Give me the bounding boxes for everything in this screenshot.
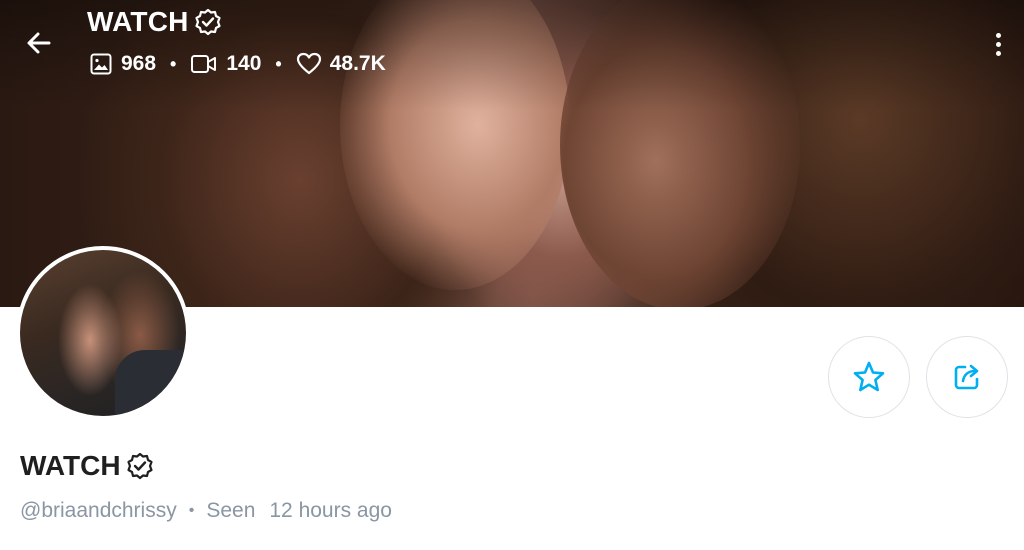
- more-vertical-icon-dot: [995, 41, 1001, 47]
- avatar[interactable]: [16, 246, 190, 420]
- videos-stat[interactable]: 140: [190, 52, 261, 76]
- profile-name: WATCH: [20, 450, 121, 481]
- heart-icon: [296, 52, 321, 75]
- share-button[interactable]: [926, 336, 1008, 418]
- more-vertical-icon-dot: [995, 32, 1001, 38]
- meta-separator: •: [188, 502, 195, 519]
- stat-separator: •: [170, 53, 177, 74]
- arrow-left-icon: [27, 32, 51, 54]
- photos-count: 968: [121, 52, 157, 75]
- stat-separator: •: [275, 53, 282, 74]
- back-button[interactable]: [18, 22, 60, 64]
- more-vertical-icon-dot: [995, 50, 1001, 56]
- verified-badge-icon: [126, 452, 153, 480]
- likes-stat: 48.7K: [296, 52, 386, 76]
- header-stats: 968 • 140 • 48.7K: [89, 52, 386, 76]
- avatar-photo-detail: [115, 350, 186, 416]
- last-seen-label: Seen: [206, 499, 256, 522]
- likes-count: 48.7K: [329, 52, 386, 75]
- star-icon: [853, 361, 885, 392]
- username: @briaandchrissy: [20, 499, 177, 522]
- video-icon: [191, 55, 217, 73]
- share-icon: [954, 364, 979, 390]
- profile-meta: @briaandchrissy • Seen 12 hours ago: [20, 499, 392, 523]
- last-seen-time: 12 hours ago: [269, 499, 392, 522]
- header-title: WATCH: [87, 6, 189, 37]
- videos-count: 140: [226, 52, 262, 75]
- profile-name-row: WATCH: [20, 450, 155, 482]
- top-bar: WATCH 968 • 140 • 48.7K: [0, 0, 1024, 90]
- more-options-button[interactable]: [986, 24, 1010, 64]
- image-icon: [90, 53, 112, 75]
- photos-stat[interactable]: 968: [89, 52, 156, 76]
- header-title-row: WATCH: [87, 6, 223, 38]
- verified-badge-icon: [194, 8, 221, 36]
- add-to-favorites-button[interactable]: [828, 336, 910, 418]
